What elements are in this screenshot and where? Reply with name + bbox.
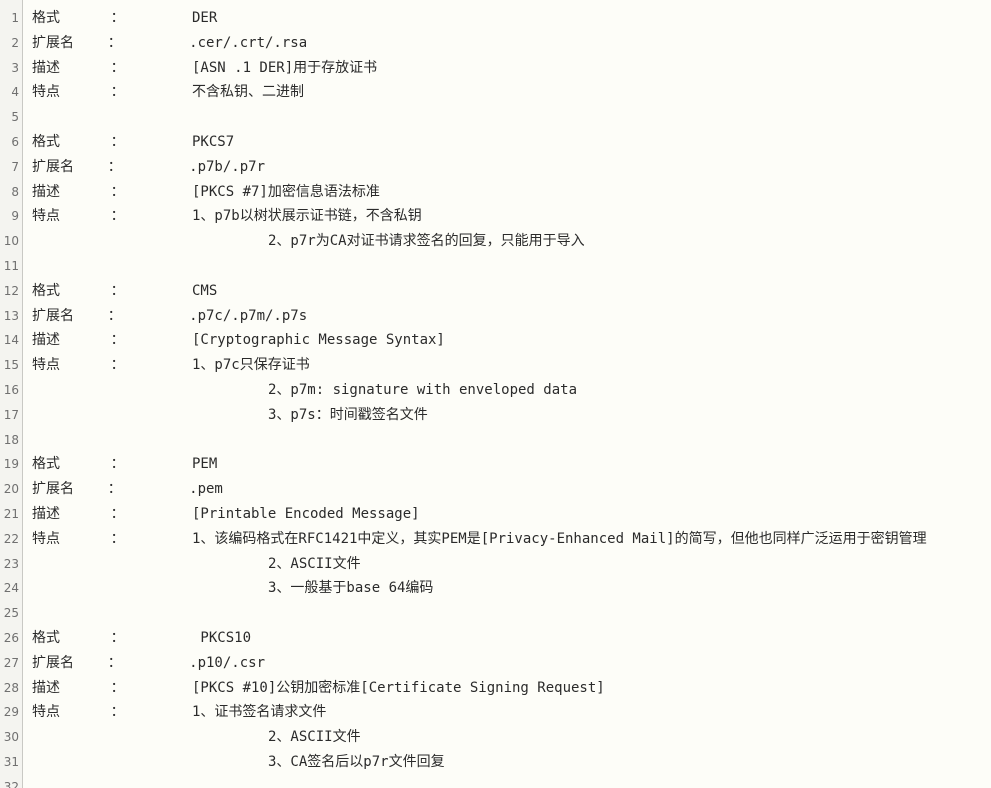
code-line[interactable]: 扩展名 ： .p7c/.p7m/.p7s (24, 304, 991, 329)
line-number-list: 1 2 3 4 5 6 7 8 9 10 11 12 13 14 15 16 17 18 19 20 21 22 23 24 2… (0, 0, 19, 788)
code-line[interactable]: 格式 ： PKCS7 (24, 130, 991, 155)
code-line[interactable]: 描述 ： [PKCS #7]加密信息语法标准 (24, 180, 991, 205)
line-number: 16 (3, 382, 19, 397)
line-number: 25 (3, 606, 19, 621)
code-line[interactable]: 扩展名 ： .p10/.csr (24, 651, 991, 676)
line-number: 27 (3, 655, 19, 670)
line-number: 17 (3, 407, 19, 422)
line-number-gutter: 1 2 3 4 5 6 7 8 9 10 11 12 13 14 15 16 17 18 19 20 21 22 23 24 2… (0, 0, 23, 788)
line-number: 7 (11, 159, 19, 174)
line-number: 19 (3, 457, 19, 472)
code-line[interactable]: 扩展名 ： .cer/.crt/.rsa (24, 31, 991, 56)
code-line[interactable]: 描述 ： [Printable Encoded Message] (24, 502, 991, 527)
line-number: 30 (3, 730, 19, 745)
code-line[interactable]: 特点 ： 1、p7b以树状展示证书链，不含私钥 (24, 204, 991, 229)
code-line[interactable]: 2、ASCII文件 (24, 725, 991, 750)
code-line[interactable]: 扩展名 ： .pem (24, 477, 991, 502)
line-number: 20 (3, 482, 19, 497)
line-number: 29 (3, 705, 19, 720)
line-number: 23 (3, 556, 19, 571)
code-line[interactable]: 2、p7r为CA对证书请求签名的回复，只能用于导入 (24, 229, 991, 254)
line-number: 18 (3, 432, 19, 447)
line-number: 1 (11, 11, 19, 25)
code-line[interactable]: 描述 ： [ASN .1 DER]用于存放证书 (24, 56, 991, 81)
line-number: 12 (3, 283, 19, 298)
line-number: 32 (3, 779, 19, 788)
line-number: 3 (11, 60, 19, 75)
code-line[interactable]: 格式 ： DER (24, 6, 991, 31)
code-line[interactable]: 3、一般基于base 64编码 (24, 576, 991, 601)
code-line[interactable]: 特点 ： 1、证书签名请求文件 (24, 700, 991, 725)
code-line[interactable]: 格式 ： PEM (24, 452, 991, 477)
line-number: 9 (11, 209, 19, 224)
code-line[interactable]: 3、CA签名后以p7r文件回复 (24, 750, 991, 775)
code-line[interactable]: 格式 ： PKCS10 (24, 626, 991, 651)
code-line[interactable]: 特点 ： 不含私钥、二进制 (24, 80, 991, 105)
code-line[interactable]: 2、p7m: signature with enveloped data (24, 378, 991, 403)
line-number: 2 (11, 35, 19, 50)
line-number: 4 (11, 85, 19, 100)
line-number: 28 (3, 680, 19, 695)
code-line[interactable]: 3、p7s：时间戳签名文件 (24, 403, 991, 428)
line-number: 5 (11, 110, 19, 125)
line-number: 11 (3, 258, 19, 273)
line-number: 6 (11, 134, 19, 149)
code-line[interactable]: 描述 ： [PKCS #10]公钥加密标准[Certificate Signin… (24, 676, 991, 701)
code-line[interactable] (24, 775, 991, 788)
line-number: 21 (3, 506, 19, 521)
line-number: 13 (3, 308, 19, 323)
code-line[interactable] (24, 428, 991, 453)
line-number: 22 (3, 531, 19, 546)
code-line[interactable]: 特点 ： 1、该编码格式在RFC1421中定义，其实PEM是[Privacy-E… (24, 527, 991, 552)
line-number: 14 (3, 333, 19, 348)
line-number: 10 (3, 234, 19, 249)
code-editor: 1 2 3 4 5 6 7 8 9 10 11 12 13 14 15 16 17 18 19 20 21 22 23 24 2… (0, 0, 991, 788)
code-line[interactable] (24, 105, 991, 130)
code-line[interactable] (24, 601, 991, 626)
line-number: 8 (11, 184, 19, 199)
code-line[interactable]: 格式 ： CMS (24, 279, 991, 304)
line-number: 15 (3, 358, 19, 373)
code-line[interactable]: 扩展名 ： .p7b/.p7r (24, 155, 991, 180)
code-line[interactable]: 特点 ： 1、p7c只保存证书 (24, 353, 991, 378)
line-number: 26 (3, 630, 19, 645)
code-content-area[interactable]: 格式 ： DER 扩展名 ： .cer/.crt/.rsa 描述 ： [ASN .1… (24, 0, 991, 788)
line-number: 31 (3, 754, 19, 769)
line-number: 24 (3, 581, 19, 596)
code-line[interactable]: 2、ASCII文件 (24, 552, 991, 577)
code-line[interactable] (24, 254, 991, 279)
code-line[interactable]: 描述 ： [Cryptographic Message Syntax] (24, 328, 991, 353)
